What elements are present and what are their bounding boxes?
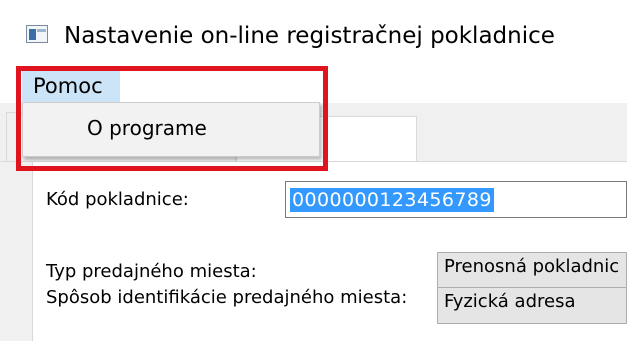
typ-predajneho-miesta-label: Typ predajného miesta: <box>46 261 257 282</box>
annotation-highlight-box <box>16 66 328 171</box>
window-title: Nastavenie on-line registračnej pokladni… <box>64 23 555 49</box>
kod-pokladnice-input[interactable]: 0000000123456789 <box>285 181 627 218</box>
window-app-icon <box>26 25 48 43</box>
kod-pokladnice-value: 0000000123456789 <box>290 188 494 212</box>
kod-pokladnice-label: Kód pokladnice: <box>46 189 189 210</box>
typ-predajneho-miesta-value: Prenosná pokladnic <box>444 256 620 277</box>
typ-predajneho-miesta-select[interactable]: Prenosná pokladnic <box>437 252 627 289</box>
sposob-identifikacie-value: Fyzická adresa <box>444 291 576 312</box>
sposob-identifikacie-label: Spôsob identifikácie predajného miesta: <box>46 287 408 308</box>
sposob-identifikacie-select[interactable]: Fyzická adresa <box>437 287 627 324</box>
